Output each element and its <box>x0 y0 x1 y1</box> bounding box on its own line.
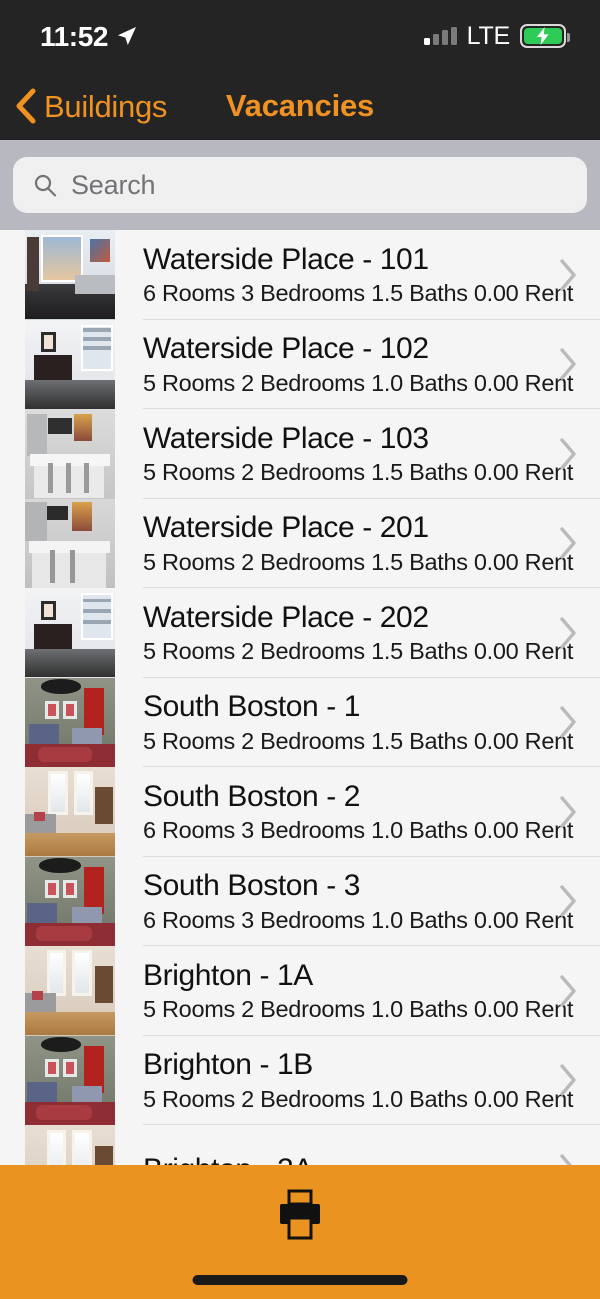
cellular-signal-icon <box>423 27 457 45</box>
vacancy-row-body: Waterside Place - 103 5 Rooms 2 Bedrooms … <box>143 409 600 499</box>
vacancy-row-details: 6 Rooms 3 Bedrooms 1.5 Baths 0.00 Rent <box>143 280 574 307</box>
vacancy-row-title: Brighton - 2A <box>143 1152 530 1165</box>
vacancy-row-details: 5 Rooms 2 Bedrooms 1.0 Baths 0.00 Rent <box>143 1085 574 1112</box>
vacancy-row-body: South Boston - 1 5 Rooms 2 Bedrooms 1.5 B… <box>143 678 600 767</box>
vacancy-row[interactable]: South Boston - 2 6 Rooms 3 Bedrooms 1.0 B… <box>0 767 600 857</box>
vacancy-row-title: Waterside Place - 102 <box>143 332 429 366</box>
location-arrow-icon <box>118 27 137 45</box>
vacancy-list[interactable]: Waterside Place - 101 6 Rooms 3 Bedrooms … <box>0 230 600 1165</box>
vacancy-row-body: Brighton - 1B 5 Rooms 2 Bedrooms 1.0 Bath… <box>143 1036 600 1125</box>
search-field[interactable] <box>13 157 587 213</box>
vacancy-row[interactable]: South Boston - 1 5 Rooms 2 Bedrooms 1.5 B… <box>0 677 600 767</box>
home-indicator <box>192 1275 408 1285</box>
vacancy-row-title: Brighton - 1A <box>143 958 313 992</box>
vacancy-row-title: South Boston - 1 <box>143 690 361 724</box>
vacancy-row-title: South Boston - 3 <box>143 869 361 903</box>
unit-photo-thumbnail <box>25 1035 115 1125</box>
vacancy-row[interactable]: Waterside Place - 103 5 Rooms 2 Bedrooms … <box>0 409 600 499</box>
vacancy-row-details: 5 Rooms 2 Bedrooms 1.5 Baths 0.00 Rent <box>143 548 574 575</box>
vacancy-row-body: Waterside Place - 102 5 Rooms 2 Bedrooms … <box>143 320 600 409</box>
vacancy-row[interactable]: Brighton - 1B 5 Rooms 2 Bedrooms 1.0 Bath… <box>0 1035 600 1125</box>
vacancy-row-body: Waterside Place - 101 6 Rooms 3 Bedrooms … <box>143 230 600 320</box>
vacancy-row-body: South Boston - 2 6 Rooms 3 Bedrooms 1.0 B… <box>143 767 600 857</box>
vacancy-row-details: 5 Rooms 2 Bedrooms 1.0 Baths 0.00 Rent <box>143 996 574 1023</box>
print-icon <box>280 1189 320 1240</box>
carrier-label: LTE <box>466 21 511 50</box>
vacancy-row[interactable]: Brighton - 2A <box>0 1125 600 1165</box>
vacancy-row-details: 5 Rooms 2 Bedrooms 1.5 Baths 0.00 Rent <box>143 727 574 754</box>
vacancy-row[interactable]: South Boston - 3 6 Rooms 3 Bedrooms 1.0 B… <box>0 856 600 946</box>
back-button-label: Buildings <box>44 88 168 124</box>
search-input[interactable] <box>71 169 567 201</box>
unit-photo-thumbnail <box>25 588 115 678</box>
app-screen: 11:52 LTE Buildings Vacancies Search Wat… <box>0 0 600 1299</box>
vacancy-row-title: Waterside Place - 202 <box>143 600 429 634</box>
vacancy-row-body: South Boston - 3 6 Rooms 3 Bedrooms 1.0 B… <box>143 857 600 946</box>
vacancy-row-body: Waterside Place - 202 5 Rooms 2 Bedrooms … <box>143 588 600 678</box>
vacancy-row[interactable]: Waterside Place - 102 5 Rooms 2 Bedrooms … <box>0 319 600 409</box>
print-button[interactable] <box>272 1189 328 1241</box>
search-bar-container <box>0 140 600 230</box>
unit-photo-thumbnail <box>25 409 115 499</box>
unit-photo-thumbnail <box>25 498 115 588</box>
unit-photo-thumbnail <box>25 856 115 946</box>
unit-photo-thumbnail <box>25 319 115 409</box>
vacancy-row-title: Brighton - 1B <box>143 1048 313 1082</box>
status-bar-right: LTE <box>423 21 570 50</box>
vacancy-row[interactable]: Waterside Place - 202 5 Rooms 2 Bedrooms … <box>0 588 600 678</box>
unit-photo-thumbnail <box>25 767 115 857</box>
battery-charging-icon <box>520 24 570 48</box>
vacancy-row-details: 5 Rooms 2 Bedrooms 1.5 Baths 0.00 Rent <box>143 638 574 665</box>
back-button[interactable]: Buildings <box>0 88 167 124</box>
vacancy-row[interactable]: Brighton - 1A 5 Rooms 2 Bedrooms 1.0 Bath… <box>0 946 600 1036</box>
unit-photo-thumbnail <box>25 1125 115 1165</box>
lightning-bolt-icon <box>537 27 549 45</box>
vacancy-row-body: Brighton - 2A <box>143 1125 600 1165</box>
search-icon <box>34 174 57 197</box>
vacancy-row[interactable]: Waterside Place - 201 5 Rooms 2 Bedrooms … <box>0 498 600 588</box>
vacancy-row-title: South Boston - 2 <box>143 779 361 813</box>
status-bar-left: 11:52 <box>40 21 137 51</box>
navigation-bar: Buildings Vacancies <box>0 72 600 140</box>
unit-photo-thumbnail <box>25 230 115 320</box>
unit-photo-thumbnail <box>25 946 115 1036</box>
vacancy-row-details: 6 Rooms 3 Bedrooms 1.0 Baths 0.00 Rent <box>143 906 574 933</box>
vacancy-row-title: Waterside Place - 101 <box>143 242 429 276</box>
bottom-toolbar <box>0 1165 600 1299</box>
vacancy-row-body: Brighton - 1A 5 Rooms 2 Bedrooms 1.0 Bath… <box>143 946 600 1036</box>
vacancy-row-body: Waterside Place - 201 5 Rooms 2 Bedrooms … <box>143 499 600 588</box>
vacancy-row-details: 5 Rooms 2 Bedrooms 1.0 Baths 0.00 Rent <box>143 369 574 396</box>
vacancy-row-details: 5 Rooms 2 Bedrooms 1.5 Baths 0.00 Rent <box>143 459 574 486</box>
chevron-left-icon <box>16 88 36 124</box>
status-bar-clock: 11:52 <box>40 21 109 52</box>
vacancy-row-details: 6 Rooms 3 Bedrooms 1.0 Baths 0.00 Rent <box>143 817 574 844</box>
vacancy-row-title: Waterside Place - 201 <box>143 511 429 545</box>
vacancy-row[interactable]: Waterside Place - 101 6 Rooms 3 Bedrooms … <box>0 230 600 320</box>
vacancy-row-title: Waterside Place - 103 <box>143 421 429 455</box>
unit-photo-thumbnail <box>25 677 115 767</box>
status-bar: 11:52 LTE <box>0 0 600 72</box>
